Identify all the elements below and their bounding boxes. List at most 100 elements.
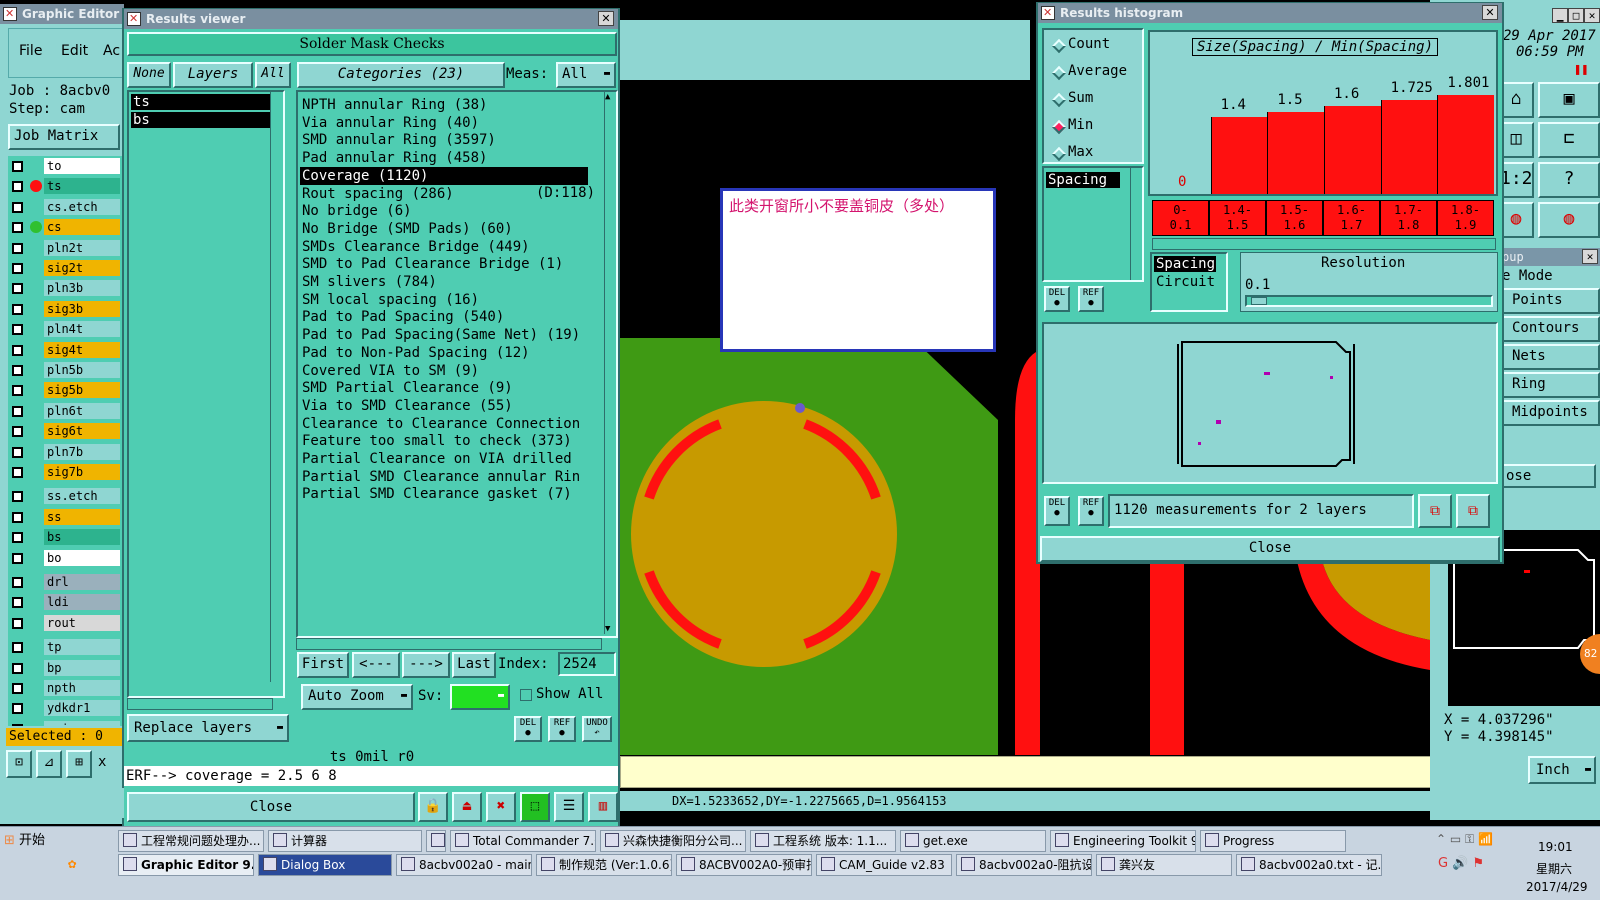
category-item[interactable]: Pad to Pad Spacing(Same Net) (19) [300,326,590,344]
taskbar-button[interactable]: 8acbv002a0 - main_qa [396,854,532,876]
layer-row[interactable]: pln2t [10,239,120,258]
layer-checkbox[interactable] [12,365,23,376]
menu-edit[interactable]: Edit [61,43,88,59]
layer-row[interactable]: pln7b [10,443,120,462]
histogram-bar[interactable] [1267,112,1324,194]
unit-dropdown[interactable]: Inch ▬ [1528,756,1596,784]
layer-checkbox[interactable] [12,703,23,715]
mode-average[interactable]: Average [1051,63,1127,81]
category-item[interactable]: Pad to Pad Spacing (540) [300,308,590,326]
category-scrollbar[interactable]: ▲ ▼ [604,92,616,634]
replace-layers-dropdown[interactable]: Replace layers ▬ [127,714,289,742]
category-item[interactable]: Partial Clearance on VIA drilled [300,450,590,468]
meas-dropdown[interactable]: All ▬ [556,62,616,88]
taskbar-button[interactable]: 工程系统 版本: 1.1... [750,830,896,852]
layer-row[interactable]: cs.etch [10,198,120,217]
slider-thumb[interactable] [1251,297,1267,305]
categories-header[interactable]: Categories (23) [297,62,505,88]
mode-min[interactable]: Min [1051,117,1093,135]
layer-row[interactable]: to [10,158,120,176]
category-item[interactable]: NPTH annular Ring (38) [300,96,590,114]
category-item[interactable]: Via to SMD Clearance (55) [300,397,590,415]
category-item[interactable]: SMD Partial Clearance (9) [300,379,590,397]
category-item[interactable]: SM local spacing (16) [300,291,590,309]
type-list[interactable]: Spacing Circuit [1150,252,1228,312]
hist-ref-icon[interactable]: REF ● [1078,286,1104,312]
layer-row[interactable]: pln3b [10,280,120,298]
mode-sum[interactable]: Sum [1051,90,1093,108]
show-all-checkbox[interactable] [520,689,532,701]
taskbar-button[interactable]: 8acbv002a0-阻抗设... [956,854,1092,876]
taskbar-button[interactable]: 制作规范 (Ver:1.0.6) [536,854,672,876]
mode-count[interactable]: Count [1051,36,1110,54]
taskbar-button[interactable]: 8acbv002a0.txt - 记... [1236,854,1382,876]
layer-row[interactable]: sig6t [10,423,120,441]
preview-del-icon[interactable]: DEL ● [1044,496,1070,526]
layer-checkbox[interactable] [12,597,23,609]
category-item[interactable]: Pad to Non-Pad Spacing (12) [300,344,590,362]
layer-hscroll[interactable] [127,698,273,710]
layer-row[interactable]: bs [10,529,120,547]
layer-row[interactable]: cs [10,219,120,237]
category-item[interactable]: Coverage (1120) [300,166,588,185]
layer-checkbox[interactable] [12,263,23,274]
main-title-bar[interactable]: Graphic Editor 9. [0,4,124,41]
tool-icon-b[interactable]: ▣ [1538,82,1600,118]
type-item-circuit[interactable]: Circuit [1154,274,1215,290]
start-button[interactable]: ⊞ 开始 [0,830,100,854]
preview-ref-icon[interactable]: REF ● [1078,496,1104,526]
auto-zoom-dropdown[interactable]: Auto Zoom ▬ [301,684,413,710]
layer-checkbox[interactable] [12,446,23,458]
layer-row[interactable]: pln5b [10,362,120,380]
layer-checkbox[interactable] [12,405,23,417]
histogram-close-button[interactable]: Close [1040,536,1500,562]
layer-row[interactable]: cvia [10,720,120,726]
del-icon[interactable]: DEL ● [514,716,542,742]
minimize-icon[interactable]: ▁ [1552,8,1568,23]
histogram-bar[interactable] [1210,117,1268,194]
category-item[interactable]: No bridge (6) [300,202,590,220]
close-icon[interactable]: ✕ [1584,8,1600,23]
results-viewer-close-icon[interactable]: ✕ [598,11,614,26]
popup-item-contours[interactable]: Contours [1502,316,1600,342]
help-icon[interactable]: ? [1538,162,1600,198]
layer-row[interactable]: ss.etch [10,488,120,506]
quick-launch-icon[interactable]: ✿ [68,856,88,876]
layers-button[interactable]: Layers [173,62,253,88]
undo-icon[interactable]: UNDO ↶ [582,716,612,742]
category-item[interactable]: SMD annular Ring (3597) [300,131,590,149]
layer-checkbox[interactable] [12,344,23,356]
popup-close-button[interactable]: ose [1502,464,1596,488]
layer-select-item[interactable]: bs [131,112,271,128]
histogram-bar[interactable] [1380,100,1438,194]
menu-file[interactable]: File [19,43,42,59]
layer-row[interactable]: sig3b [10,300,120,319]
taskbar-button[interactable]: CAM_Guide v2.83 [816,854,952,876]
maximize-icon[interactable]: □ [1568,8,1584,23]
histogram-icon[interactable]: ▥ [588,792,618,822]
popup-item-midpoints[interactable]: Midpoints [1502,400,1600,426]
taskbar-button[interactable]: 计算器 [268,830,422,852]
layer-checkbox[interactable] [12,385,23,397]
delete-icon[interactable]: ✖ [486,792,516,822]
layer-row[interactable]: sig4t [10,341,120,360]
layer-row[interactable]: npth [10,680,120,698]
histogram-close-icon[interactable]: ✕ [1482,5,1498,20]
layer-checkbox[interactable] [12,552,23,564]
none-button[interactable]: None [127,62,171,88]
prev-button[interactable]: <--- [352,652,400,678]
histogram-title-bar[interactable]: Results histogram ✕ [1038,3,1502,23]
layer-checkbox[interactable] [12,577,23,588]
attribute-item-spacing[interactable]: Spacing [1046,172,1120,188]
scroll-down-icon[interactable]: ▼ [605,624,610,634]
pause-icon[interactable]: ❚❚ [1574,62,1588,76]
layer-select-list[interactable]: ts bs [127,90,285,698]
grid-tool-icon[interactable]: ⊞ [66,750,92,778]
first-button[interactable]: First [297,652,349,678]
layer-row[interactable]: rout [10,614,120,633]
taskbar-button[interactable]: Progress [1200,830,1346,852]
lock-icon[interactable]: 🔒 [418,792,448,822]
category-item[interactable]: No Bridge (SMD Pads) (60) [300,220,590,238]
layer-checkbox[interactable] [12,303,23,315]
close-results-button[interactable]: Close [127,792,415,822]
